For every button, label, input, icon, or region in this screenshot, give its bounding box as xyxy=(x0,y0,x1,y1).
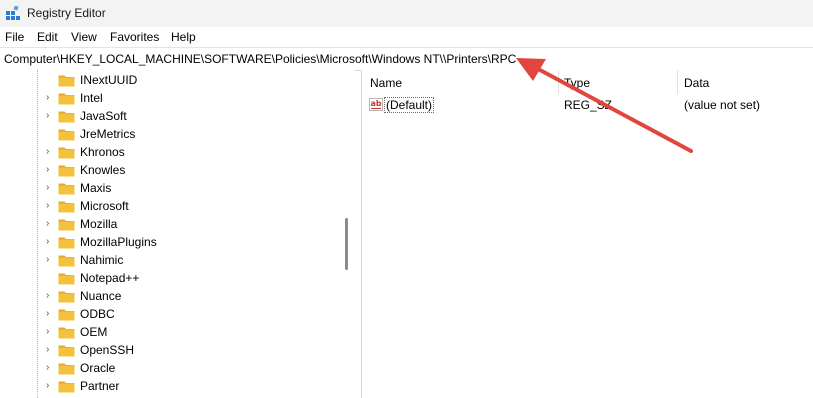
folder-icon xyxy=(58,381,75,393)
tree-item-label: OpenSSH xyxy=(80,343,135,357)
registry-editor-app-icon xyxy=(6,6,20,20)
folder-icon xyxy=(58,273,75,285)
value-row[interactable]: ab (Default) REG_SZ (value not set) xyxy=(362,96,813,114)
tree-item-label: JavaSoft xyxy=(80,109,127,123)
folder-icon xyxy=(58,255,75,267)
tree-item[interactable]: › JavaSoft xyxy=(0,107,340,125)
menu-bar: File Edit View Favorites Help xyxy=(0,27,813,47)
tree-item-label: OEM xyxy=(80,325,108,339)
chevron-right-icon[interactable]: › xyxy=(46,164,56,176)
folder-icon xyxy=(58,363,75,375)
tree-item[interactable]: › Microsoft xyxy=(0,197,340,215)
chevron-right-icon[interactable]: › xyxy=(46,362,56,374)
chevron-right-icon[interactable]: › xyxy=(46,110,56,122)
chevron-right-icon[interactable]: › xyxy=(46,308,56,320)
tree-item-label: Mozilla xyxy=(80,217,118,231)
chevron-right-icon[interactable]: › xyxy=(46,218,56,230)
folder-icon xyxy=(58,165,75,177)
folder-icon xyxy=(58,237,75,249)
folder-icon xyxy=(58,219,75,231)
folder-icon xyxy=(58,129,75,141)
tree-item[interactable]: › MozillaPlugins xyxy=(0,233,340,251)
tree-item[interactable]: › Mozilla xyxy=(0,215,340,233)
value-data: (value not set) xyxy=(684,98,761,112)
tree-item[interactable]: › Khronos xyxy=(0,143,340,161)
tree-item[interactable]: › OpenSSH xyxy=(0,341,340,359)
tree-item[interactable]: › Knowles xyxy=(0,161,340,179)
values-list-pane[interactable]: Name Type Data ab (Default) REG_SZ (valu… xyxy=(362,70,813,398)
column-header-type-label: Type xyxy=(564,76,591,90)
chevron-right-icon[interactable]: › xyxy=(46,146,56,158)
tree-item-label: JreMetrics xyxy=(80,127,136,141)
chevron-right-icon[interactable]: › xyxy=(46,254,56,266)
tree-item-label: MozillaPlugins xyxy=(80,235,157,249)
menu-favorites[interactable]: Favorites xyxy=(110,30,159,44)
chevron-right-icon[interactable]: › xyxy=(46,236,56,248)
tree-item-label: Khronos xyxy=(80,145,125,159)
column-header-data[interactable]: Data xyxy=(678,70,813,94)
tree-item[interactable]: › ODBC xyxy=(0,305,340,323)
chevron-right-icon[interactable]: › xyxy=(46,326,56,338)
tree-item-label: ODBC xyxy=(80,307,115,321)
tree-item[interactable]: Notepad++ xyxy=(0,269,340,287)
chevron-right-icon[interactable]: › xyxy=(46,92,56,104)
folder-icon xyxy=(58,183,75,195)
address-bar[interactable]: Computer\HKEY_LOCAL_MACHINE\SOFTWARE\Pol… xyxy=(0,47,813,71)
folder-icon xyxy=(58,291,75,303)
column-header-type[interactable]: Type xyxy=(559,70,677,94)
chevron-right-icon[interactable]: › xyxy=(46,182,56,194)
folder-icon xyxy=(58,327,75,339)
value-type: REG_SZ xyxy=(564,98,613,112)
value-name[interactable]: (Default) xyxy=(384,97,435,113)
string-value-icon: ab xyxy=(369,98,383,111)
window-title: Registry Editor xyxy=(27,6,106,20)
tree-item-label: Microsoft xyxy=(80,199,129,213)
folder-icon xyxy=(58,75,75,87)
tree-scrollbar-thumb[interactable] xyxy=(345,218,348,270)
folder-icon xyxy=(58,147,75,159)
menu-view[interactable]: View xyxy=(71,30,97,44)
tree-item-label: Knowles xyxy=(80,163,126,177)
tree-item[interactable]: › Nahimic xyxy=(0,251,340,269)
tree-item[interactable]: › OEM xyxy=(0,323,340,341)
folder-icon xyxy=(58,309,75,321)
tree-item-label: Nuance xyxy=(80,289,122,303)
tree-item-label: INextUUID xyxy=(80,73,138,87)
tree-item-label: Oracle xyxy=(80,361,116,375)
tree-item-label: Nahimic xyxy=(80,253,124,267)
tree-item-label: Notepad++ xyxy=(80,271,140,285)
tree-item[interactable]: › Intel xyxy=(0,89,340,107)
column-header-name-label: Name xyxy=(370,76,403,90)
tree-item-label: Maxis xyxy=(80,181,112,195)
tree-item[interactable]: › Nuance xyxy=(0,287,340,305)
column-header-data-label: Data xyxy=(684,76,710,90)
menu-help[interactable]: Help xyxy=(171,30,196,44)
tree-item-label: Intel xyxy=(80,91,103,105)
column-header-name[interactable]: Name xyxy=(362,70,558,94)
chevron-right-icon[interactable]: › xyxy=(46,344,56,356)
address-path[interactable]: Computer\HKEY_LOCAL_MACHINE\SOFTWARE\Pol… xyxy=(4,52,516,66)
tree-item[interactable]: › Maxis xyxy=(0,179,340,197)
tree-item[interactable]: JreMetrics xyxy=(0,125,340,143)
tree-item-label: Partner xyxy=(80,379,120,393)
tree-item[interactable]: INextUUID xyxy=(0,71,340,89)
folder-icon xyxy=(58,345,75,357)
title-bar: Registry Editor xyxy=(0,0,813,27)
menu-file[interactable]: File xyxy=(5,30,24,44)
chevron-right-icon[interactable]: › xyxy=(46,200,56,212)
folder-icon xyxy=(58,111,75,123)
tree-item[interactable]: › Oracle xyxy=(0,359,340,377)
folder-icon xyxy=(58,201,75,213)
tree-item[interactable]: › Partner xyxy=(0,377,340,395)
key-tree-pane[interactable]: INextUUID › Intel › JavaSoft JreMetrics › Khron… xyxy=(0,70,355,398)
menu-edit[interactable]: Edit xyxy=(37,30,58,44)
svg-text:ab: ab xyxy=(371,99,382,108)
folder-icon xyxy=(58,93,75,105)
chevron-right-icon[interactable]: › xyxy=(46,380,56,392)
chevron-right-icon[interactable]: › xyxy=(46,290,56,302)
